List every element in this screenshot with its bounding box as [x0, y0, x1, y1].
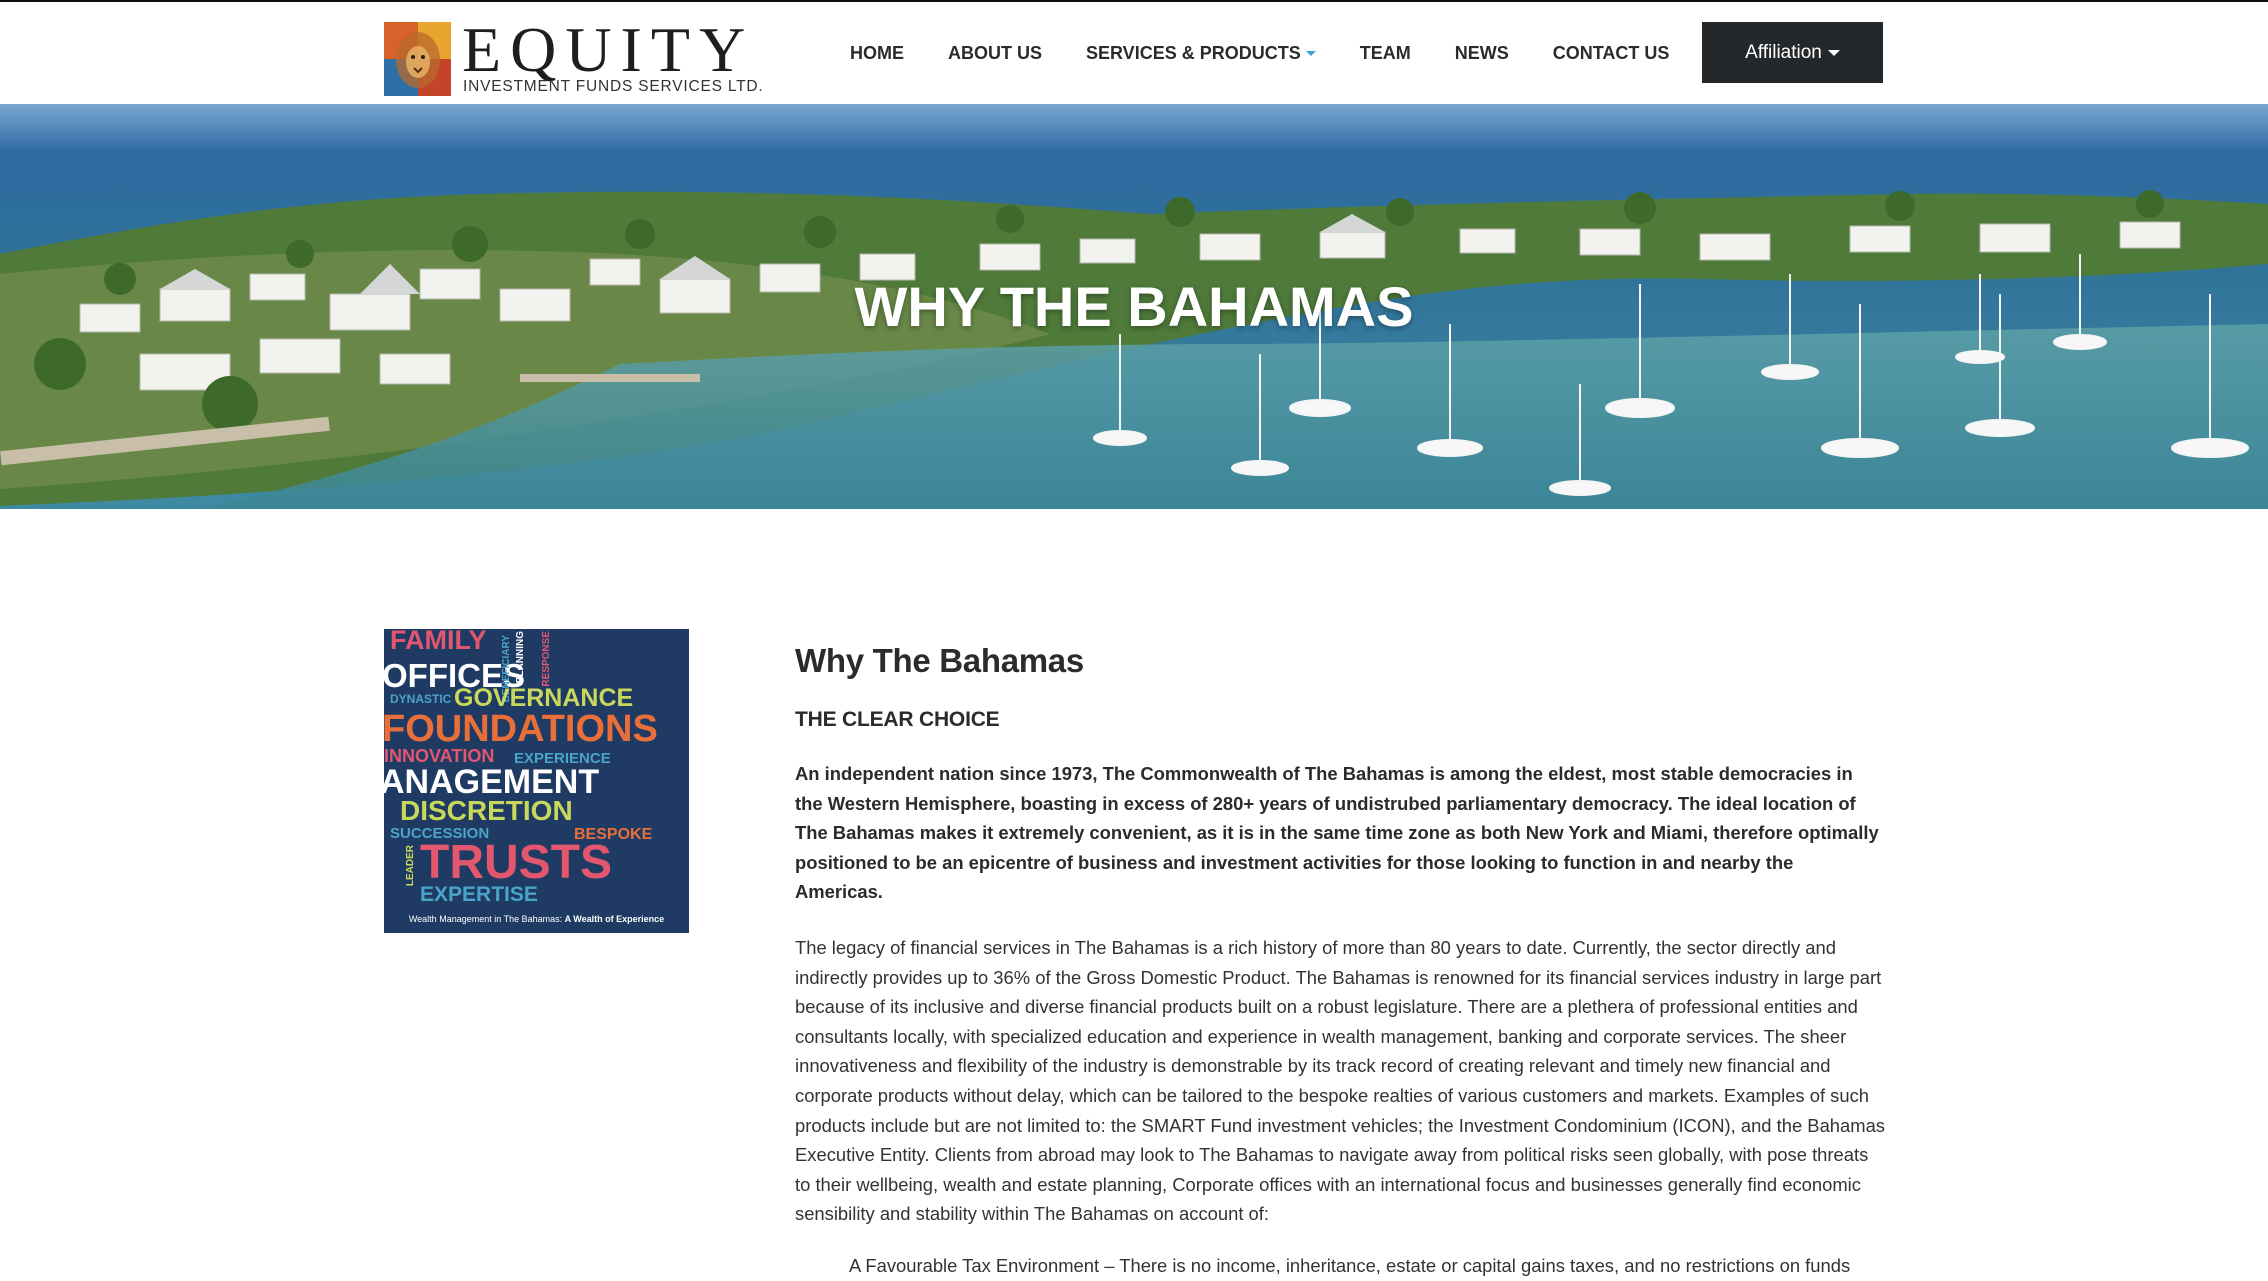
- affiliation-label: Affiliation: [1745, 41, 1822, 63]
- word-foundations: FOUNDATIONS: [384, 708, 658, 750]
- lion-logo-icon: [384, 22, 451, 96]
- word-planning: PLANNING: [515, 631, 526, 684]
- nav-services-products[interactable]: SERVICES & PRODUCTS: [1086, 43, 1316, 64]
- nav-about-us[interactable]: ABOUT US: [948, 43, 1042, 64]
- word-expertise: EXPERTISE: [420, 883, 538, 906]
- logo-subtitle: INVESTMENT FUNDS SERVICES LTD.: [463, 78, 764, 95]
- caret-down-icon: [1827, 49, 1840, 56]
- nav-team[interactable]: TEAM: [1360, 43, 1411, 64]
- site-header: EQUITY INVESTMENT FUNDS SERVICES LTD. HO…: [0, 2, 2268, 104]
- body-paragraph: The legacy of financial services in The …: [795, 936, 1886, 1225]
- nav-contact-us[interactable]: CONTACT US: [1553, 43, 1670, 64]
- caption-plain: Wealth Management in The Bahamas:: [408, 914, 565, 924]
- hero-banner: WHY THE BAHAMAS: [0, 104, 2268, 509]
- word-response: RESPONSE: [541, 631, 552, 687]
- logo-wordmark: EQUITY: [462, 14, 755, 85]
- word-trusts: TRUSTS: [420, 836, 612, 889]
- word-discretion: DISCRETION: [400, 795, 573, 826]
- nav-news[interactable]: NEWS: [1455, 43, 1509, 64]
- word-dynastic: DYNASTIC: [390, 692, 452, 706]
- list-item: A Favourable Tax Environment – There is …: [849, 1254, 1851, 1276]
- section-subtitle: THE CLEAR CHOICE: [795, 708, 1000, 731]
- word-management: ANAGEMENT: [384, 763, 600, 801]
- nav-home[interactable]: HOME: [850, 43, 904, 64]
- equity-logo[interactable]: EQUITY INVESTMENT FUNDS SERVICES LTD.: [384, 18, 763, 98]
- word-family: FAMILY: [390, 629, 487, 655]
- nav-services-products-label: SERVICES & PRODUCTS: [1086, 42, 1301, 63]
- caption-bold: A Wealth of Experience: [564, 914, 665, 924]
- lead-paragraph: An independent nation since 1973, The Co…: [795, 763, 1879, 903]
- main-nav: HOME ABOUT US SERVICES & PRODUCTS TEAM N…: [850, 38, 1669, 68]
- wealth-management-word-cloud-image: FAMILY OFFICES BENEFICIARY PLANNING RESP…: [384, 629, 689, 933]
- chevron-down-icon: [1305, 51, 1316, 57]
- main-content: Why The Bahamas THE CLEAR CHOICE An inde…: [795, 636, 1885, 1281]
- affiliation-dropdown-button[interactable]: Affiliation: [1702, 22, 1883, 83]
- hero-title: WHY THE BAHAMAS: [854, 275, 1414, 338]
- page-title: Why The Bahamas: [795, 642, 1084, 679]
- word-cloud-caption: Wealth Management in The Bahamas: A Weal…: [384, 914, 689, 924]
- word-leader: LEADER: [405, 845, 416, 887]
